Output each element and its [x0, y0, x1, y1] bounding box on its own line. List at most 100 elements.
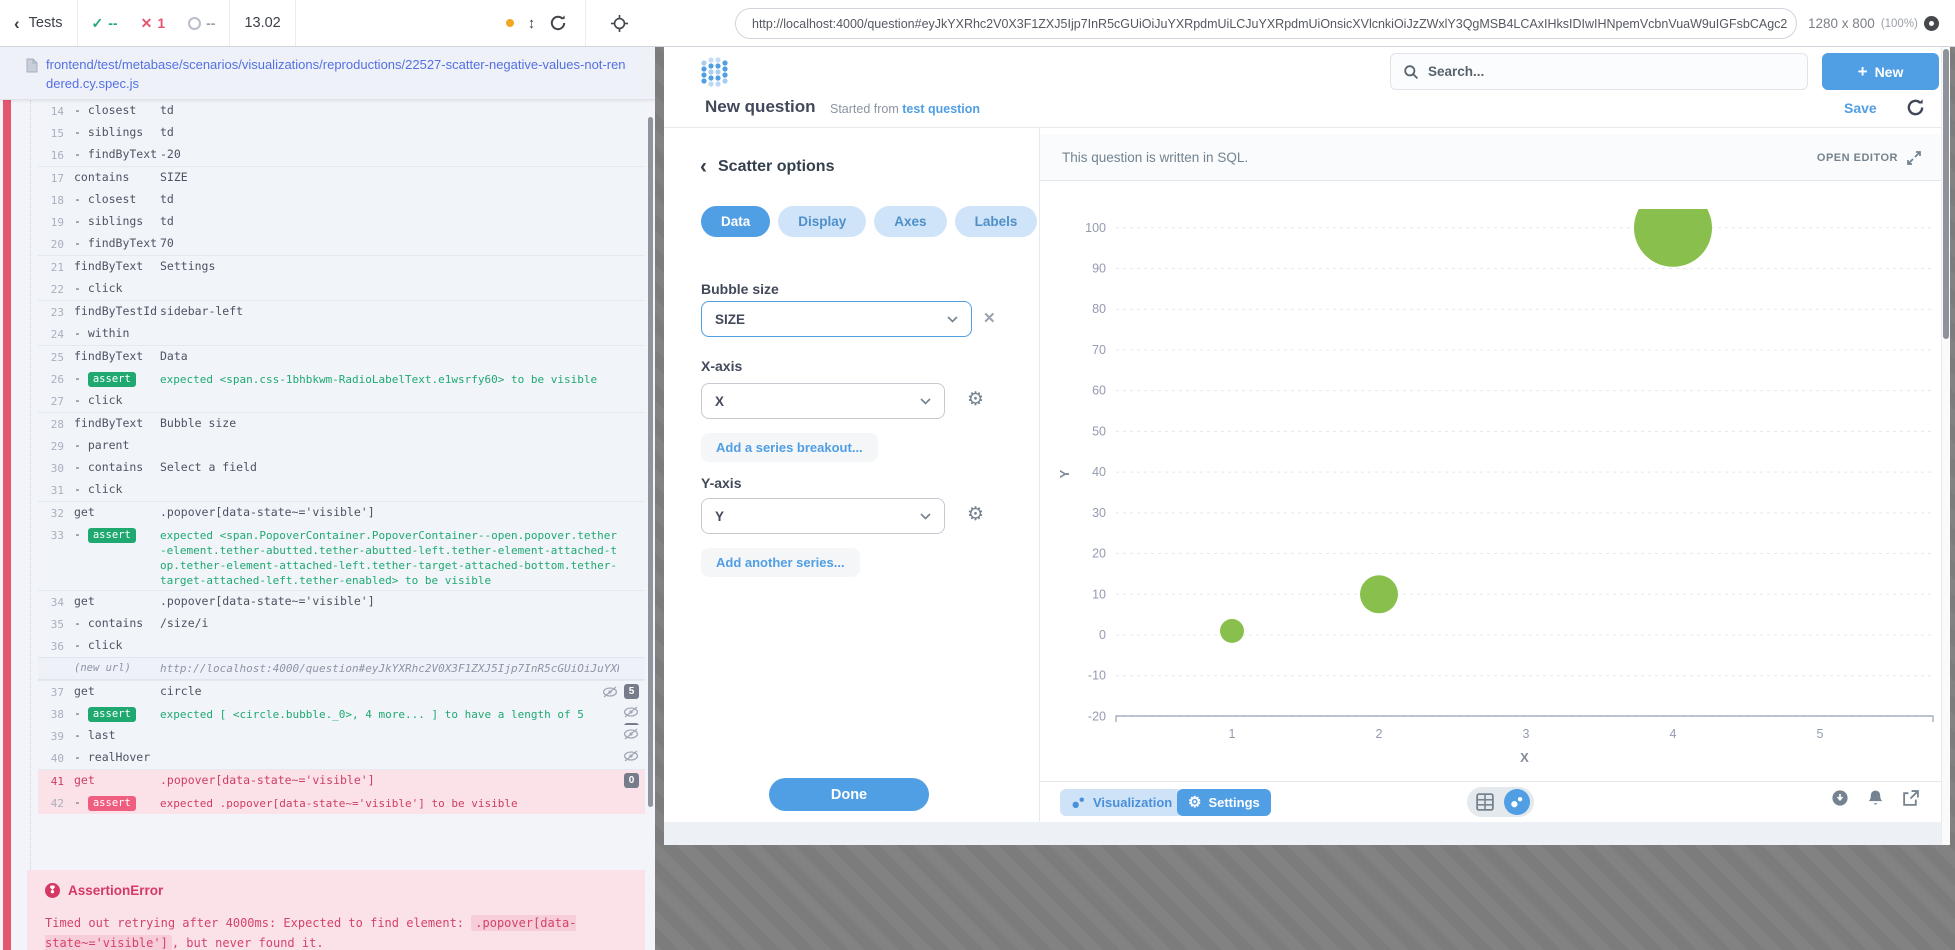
- tab-data[interactable]: Data: [701, 206, 771, 237]
- command-row[interactable]: 22 - click: [38, 278, 645, 300]
- command-row[interactable]: 41 get .popover[data-state~='visible'] 0: [38, 769, 645, 792]
- auto-scroll-icon[interactable]: ↕: [528, 15, 536, 32]
- element-count-badge: 5: [624, 684, 639, 699]
- command-name: - click: [74, 482, 123, 496]
- command-row[interactable]: 16 - findByText -20: [38, 144, 645, 166]
- command-row[interactable]: 36 - click: [38, 635, 645, 657]
- command-number: 29: [50, 440, 64, 453]
- y-axis-select[interactable]: Y: [701, 498, 945, 534]
- scatter-bubble[interactable]: [1360, 575, 1398, 614]
- failed-stat[interactable]: ✕ 1: [141, 15, 166, 32]
- command-number: 17: [50, 172, 64, 185]
- tab-display[interactable]: Display: [778, 206, 867, 237]
- runner-controls: ↕: [505, 14, 568, 32]
- tab-labels[interactable]: Labels: [954, 206, 1038, 237]
- command-row[interactable]: 31 - click: [38, 479, 645, 501]
- command-row[interactable]: 14 - closest td: [38, 100, 645, 122]
- x-tick-label: 5: [1817, 727, 1824, 741]
- new-url-row[interactable]: (new url) http://localhost:4000/question#…: [38, 657, 645, 680]
- circle-icon: [188, 16, 202, 30]
- table-icon[interactable]: [1476, 793, 1494, 811]
- app-scrollbar[interactable]: [1941, 47, 1950, 845]
- open-editor-button[interactable]: OPEN EDITOR: [1817, 134, 1921, 181]
- selector-playground-button[interactable]: [610, 14, 629, 33]
- command-row[interactable]: 19 - siblings td: [38, 211, 645, 233]
- command-row[interactable]: 32 get .popover[data-state~='visible']: [38, 501, 645, 524]
- aut-url-bar[interactable]: http://localhost:4000/question#eyJkYXRhc…: [735, 8, 1797, 39]
- command-row[interactable]: 29 - parent: [38, 435, 645, 457]
- reporter-scrollbar[interactable]: [648, 117, 653, 807]
- scrollbar-thumb[interactable]: [1943, 49, 1949, 339]
- command-row[interactable]: 18 - closest td: [38, 189, 645, 211]
- command-row[interactable]: 42 - assert expected .popover[data-state~=…: [38, 792, 645, 814]
- source-question-link[interactable]: test question: [902, 102, 980, 116]
- tab-axes[interactable]: Axes: [874, 206, 947, 237]
- command-row[interactable]: 30 - contains Select a field: [38, 457, 645, 479]
- sql-notice: This question is written in SQL.: [1062, 149, 1249, 165]
- chart-view-toggle[interactable]: [1504, 789, 1530, 815]
- add-series-breakout-button[interactable]: Add a series breakout...: [701, 433, 878, 462]
- info-circle-icon[interactable]: [1923, 16, 1939, 31]
- command-row[interactable]: 38 - assert expected [ <circle.bubble._0>,…: [38, 703, 645, 738]
- command-row[interactable]: 27 - click: [38, 390, 645, 412]
- chevron-left-icon: ‹: [14, 13, 20, 33]
- restart-tests-button[interactable]: [549, 14, 567, 32]
- sidebar-back-header[interactable]: ‹ Scatter options: [700, 156, 834, 177]
- command-row[interactable]: 35 - contains/size/i: [38, 613, 645, 635]
- y-axis-settings-gear-icon[interactable]: ⚙: [967, 505, 984, 524]
- command-row[interactable]: 15 - siblings td: [38, 122, 645, 144]
- download-icon[interactable]: [1831, 789, 1849, 807]
- settings-button[interactable]: ⚙ Settings: [1177, 789, 1271, 816]
- command-row[interactable]: 26 - assert expected <span.css-1bhbkwm-Rad…: [38, 368, 645, 390]
- x-axis-settings-gear-icon[interactable]: ⚙: [967, 390, 984, 409]
- command-row[interactable]: 28 findByText Bubble size: [38, 412, 645, 435]
- scatter-bubble[interactable]: [1634, 189, 1712, 267]
- save-button[interactable]: Save: [1844, 100, 1877, 116]
- command-message: [160, 481, 619, 499]
- command-row[interactable]: 33 - assert expected <span.PopoverContaine…: [38, 524, 645, 590]
- command-row[interactable]: 21 findByText Settings: [38, 255, 645, 278]
- error-message: Timed out retrying after 4000ms: Expecte…: [45, 915, 577, 950]
- metabase-logo[interactable]: [700, 55, 729, 89]
- command-name: - parent: [74, 438, 130, 452]
- command-indicators: [623, 728, 639, 740]
- share-icon[interactable]: [1902, 789, 1919, 807]
- x-axis-select[interactable]: X: [701, 383, 945, 419]
- chevron-down-icon: [920, 397, 931, 405]
- command-row[interactable]: 25 findByText Data: [38, 345, 645, 368]
- cypress-topbar: ‹ Tests ✓ -- ✕ 1 -- 13.02 ↕ http://local…: [0, 0, 1955, 47]
- bubble-size-select[interactable]: SIZE: [701, 301, 972, 337]
- command-row[interactable]: 40 - realHover: [38, 747, 645, 769]
- add-another-series-button[interactable]: Add another series...: [701, 548, 860, 577]
- cross-icon: ✕: [140, 14, 153, 31]
- command-row[interactable]: 24 - within: [38, 323, 645, 345]
- command-row[interactable]: 37 get circle 5: [38, 680, 645, 703]
- refresh-question-button[interactable]: [1906, 98, 1925, 122]
- new-button[interactable]: + New: [1822, 53, 1939, 90]
- passed-stat[interactable]: ✓ --: [92, 15, 118, 32]
- command-log: 14 - closest td 15 - siblings td 16 - findByTex…: [38, 100, 645, 814]
- done-button[interactable]: Done: [769, 778, 929, 811]
- x-tick-label: 1: [1229, 727, 1236, 741]
- bell-icon[interactable]: [1867, 789, 1884, 807]
- command-row[interactable]: 20 - findByText 70: [38, 233, 645, 255]
- eye-slash-icon: [623, 728, 639, 740]
- search-input[interactable]: Search...: [1390, 53, 1808, 90]
- command-message: expected <span.css-1bhbkwm-RadioLabelTex…: [160, 373, 598, 386]
- scatter-bubble[interactable]: [1220, 618, 1244, 643]
- x-axis-title: X: [1520, 750, 1529, 765]
- command-row[interactable]: 39 - last: [38, 725, 645, 747]
- spec-header[interactable]: frontend/test/metabase/scenarios/visuali…: [0, 47, 655, 100]
- scatter-chart[interactable]: 1009080706050403020100-10-201 2 3 4 5XY: [1040, 182, 1941, 781]
- command-row[interactable]: 23 findByTestId sidebar-left: [38, 300, 645, 323]
- clear-bubble-size-icon[interactable]: ✕: [983, 309, 996, 327]
- command-row[interactable]: 17 contains SIZE: [38, 166, 645, 189]
- command-name: - assert: [74, 370, 160, 388]
- visualization-button[interactable]: Visualization: [1060, 789, 1184, 816]
- chevron-down-icon: [920, 512, 931, 520]
- command-number: 14: [50, 105, 64, 118]
- command-number: 15: [50, 127, 64, 140]
- command-row[interactable]: 34 get .popover[data-state~='visible']: [38, 590, 645, 613]
- back-to-tests-button[interactable]: ‹ Tests: [0, 0, 78, 46]
- pending-stat[interactable]: --: [188, 15, 215, 31]
